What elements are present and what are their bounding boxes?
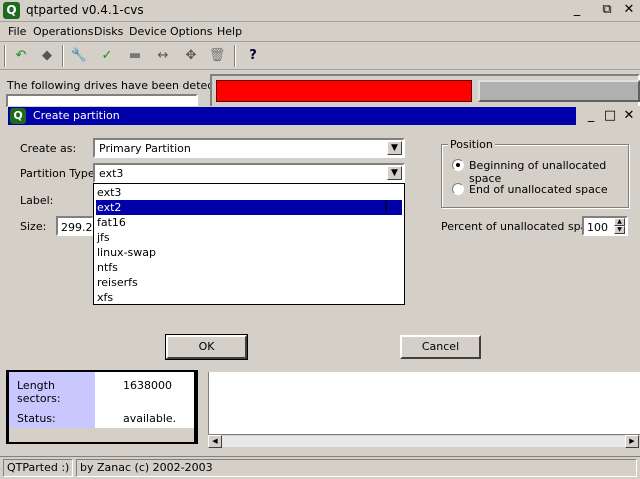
delete-icon[interactable]: 🗑 xyxy=(206,45,228,67)
format-icon[interactable]: ▬ xyxy=(124,45,146,67)
undo-icon[interactable]: ↶ xyxy=(10,45,32,67)
size-input[interactable]: 299.24 xyxy=(56,216,100,236)
dialog-maximize-button[interactable]: □ xyxy=(601,108,619,124)
radio-end[interactable] xyxy=(452,183,464,195)
partition-bar-unallocated[interactable] xyxy=(478,80,640,102)
move-icon[interactable]: ✥ xyxy=(180,45,202,67)
info-value-status: available. xyxy=(123,412,177,425)
dialog-app-icon: Q xyxy=(10,108,26,124)
info-label-status: Status: xyxy=(17,412,56,425)
dropdown-option-linux-swap[interactable]: linux-swap xyxy=(96,245,402,260)
menu-bar: File Operations Disks Device Options Hel… xyxy=(0,22,640,42)
resize-icon[interactable]: ↔ xyxy=(152,45,174,67)
partition-list[interactable] xyxy=(208,372,640,434)
check-icon[interactable]: ✓ xyxy=(96,45,118,67)
dropdown-option-ext2[interactable]: ext2 xyxy=(96,200,402,215)
toolbar-separator xyxy=(234,45,236,67)
menu-file[interactable]: File xyxy=(8,25,26,38)
status-credits: by Zanac (c) 2002-2003 xyxy=(76,459,637,477)
label-label: Label: xyxy=(20,194,54,207)
dropdown-option-fat16[interactable]: fat16 xyxy=(96,215,402,230)
radio-beginning[interactable] xyxy=(452,159,464,171)
partition-type-dropdown[interactable]: ext3 ext2 fat16 jfs linux-swap ntfs reis… xyxy=(93,183,405,305)
dropdown-option-jfs[interactable]: jfs xyxy=(96,230,402,245)
dropdown-option-reiserfs[interactable]: reiserfs xyxy=(96,275,402,290)
menu-help[interactable]: Help xyxy=(217,25,242,38)
commit-icon[interactable]: ◆ xyxy=(36,45,58,67)
close-button[interactable]: ✕ xyxy=(620,2,638,18)
dialog-minimize-button[interactable]: _ xyxy=(582,108,600,124)
radio-end-label[interactable]: End of unallocated space xyxy=(469,183,608,196)
restore-button[interactable]: ⧉ xyxy=(598,2,616,18)
text-cursor-icon: Ι xyxy=(384,199,389,215)
toolbar-separator xyxy=(4,45,6,67)
create-as-combo[interactable]: Primary Partition ▼ xyxy=(93,138,405,158)
spin-down-icon[interactable]: ▼ xyxy=(614,226,625,234)
info-scrollbar[interactable] xyxy=(9,428,194,442)
window-title: qtparted v0.4.1-cvs xyxy=(26,3,144,17)
partition-type-combo[interactable]: ext3 ▼ xyxy=(93,163,405,183)
status-app-name: QTParted :) xyxy=(3,459,73,477)
dialog-title: Create partition xyxy=(33,109,120,122)
partition-type-label: Partition Type: xyxy=(20,167,99,180)
menu-options[interactable]: Options xyxy=(170,25,212,38)
size-label: Size: xyxy=(20,220,47,233)
qtparted-app-icon: Q xyxy=(3,2,20,19)
toolbar: ↶ ◆ 🔧 ✓ ▬ ↔ ✥ 🗑 ? xyxy=(0,42,640,70)
radio-beginning-label[interactable]: Beginning of unallocated space xyxy=(469,159,640,185)
info-label-length: Length sectors: xyxy=(17,379,61,405)
position-group-title: Position xyxy=(448,138,495,151)
menu-disks[interactable]: Disks xyxy=(94,25,123,38)
properties-icon[interactable]: 🔧 xyxy=(68,45,90,67)
scroll-left-icon[interactable]: ◀ xyxy=(208,435,222,448)
ok-button[interactable]: OK xyxy=(165,334,248,360)
percent-value: 100 xyxy=(587,221,608,234)
dropdown-option-ntfs[interactable]: ntfs xyxy=(96,260,402,275)
info-value-length: 1638000 xyxy=(123,379,172,392)
spin-up-icon[interactable]: ▲ xyxy=(614,218,625,226)
minimize-button[interactable]: _ xyxy=(568,2,586,18)
whats-this-icon[interactable]: ? xyxy=(242,45,264,67)
dropdown-option-xfs[interactable]: xfs xyxy=(96,290,402,305)
percent-spinbox[interactable]: 100 ▲ ▼ xyxy=(582,216,628,236)
create-as-value: Primary Partition xyxy=(99,142,191,155)
cancel-button[interactable]: Cancel xyxy=(400,335,481,359)
menu-device[interactable]: Device xyxy=(129,25,167,38)
partition-type-value: ext3 xyxy=(99,167,124,180)
percent-label: Percent of unallocated space: xyxy=(441,220,604,233)
radio-selected-dot xyxy=(456,163,460,167)
drives-detected-label: The following drives have been detected: xyxy=(7,79,236,92)
create-as-label: Create as: xyxy=(20,142,77,155)
chevron-down-icon[interactable]: ▼ xyxy=(387,166,402,180)
toolbar-separator xyxy=(62,45,64,67)
menu-operations[interactable]: Operations xyxy=(33,25,93,38)
partition-bar-used[interactable] xyxy=(216,80,472,102)
dialog-close-button[interactable]: ✕ xyxy=(620,108,638,124)
scroll-right-icon[interactable]: ▶ xyxy=(625,435,639,448)
chevron-down-icon[interactable]: ▼ xyxy=(387,141,402,155)
dropdown-option-ext3[interactable]: ext3 xyxy=(96,185,402,200)
scrollbar-track[interactable] xyxy=(222,436,626,447)
